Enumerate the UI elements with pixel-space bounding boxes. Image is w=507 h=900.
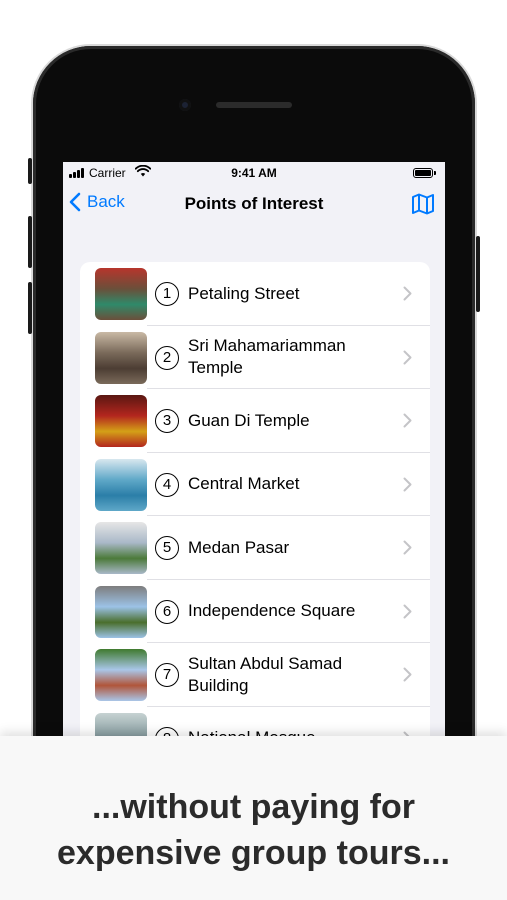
poi-thumbnail [95, 331, 147, 384]
map-icon [412, 193, 434, 215]
poi-number-badge: 6 [155, 599, 179, 624]
battery-icon [413, 168, 436, 178]
status-time: 9:41 AM [231, 166, 277, 180]
poi-thumbnail [95, 395, 147, 447]
poi-list: 1 Petaling Street 2 Sri Mahamariamman Te… [80, 262, 430, 782]
poi-number-badge: 1 [155, 282, 179, 306]
poi-number-badge: 2 [155, 345, 179, 370]
earpiece-speaker [216, 102, 292, 108]
chevron-right-icon [403, 516, 412, 580]
caption-panel: ...without paying for expensive group to… [0, 736, 507, 900]
phone-frame: Carrier 9:41 AM Back Points of Interest [28, 46, 480, 806]
poi-thumbnail [95, 649, 147, 701]
list-item[interactable]: 4 Central Market [80, 453, 430, 517]
caption-line-2: expensive group tours... [57, 834, 450, 872]
list-item[interactable]: 1 Petaling Street [80, 262, 430, 326]
mute-switch [28, 158, 32, 184]
poi-name: Petaling Street [188, 283, 300, 303]
navigation-bar: Back Points of Interest [63, 186, 445, 226]
status-bar: Carrier 9:41 AM [63, 162, 445, 184]
poi-name: Guan Di Temple [188, 410, 310, 430]
list-item[interactable]: 2 Sri Mahamariamman Temple [80, 326, 430, 390]
chevron-right-icon [403, 326, 412, 390]
poi-number-badge: 7 [155, 663, 179, 687]
front-camera [179, 99, 191, 111]
chevron-right-icon [403, 580, 412, 644]
poi-number-badge: 3 [155, 409, 179, 433]
poi-name: Sri Mahamariamman Temple [188, 336, 346, 378]
poi-name: Independence Square [188, 601, 356, 621]
caption-line-1: ...without paying for [92, 788, 415, 826]
poi-number-badge: 4 [155, 472, 179, 497]
marketing-caption: ...without paying for expensive group to… [0, 784, 507, 876]
list-item[interactable]: 6 Independence Square [80, 580, 430, 644]
poi-thumbnail [95, 522, 147, 574]
page-title: Points of Interest [184, 194, 324, 213]
poi-thumbnail [95, 585, 147, 638]
volume-up-button [28, 216, 32, 268]
chevron-right-icon [403, 262, 412, 326]
volume-down-button [28, 282, 32, 334]
map-button[interactable] [411, 193, 435, 220]
chevron-right-icon [403, 643, 412, 707]
chevron-right-icon [403, 453, 412, 517]
chevron-right-icon [403, 389, 412, 453]
poi-thumbnail [95, 268, 147, 320]
poi-name: Central Market [188, 474, 300, 494]
poi-name: Sultan Abdul Samad Building [188, 653, 343, 695]
list-item[interactable]: 5 Medan Pasar [80, 516, 430, 580]
poi-number-badge: 5 [155, 536, 179, 560]
list-item[interactable]: 3 Guan Di Temple [80, 389, 430, 453]
list-item[interactable]: 7 Sultan Abdul Samad Building [80, 643, 430, 707]
app-screen: Carrier 9:41 AM Back Points of Interest [63, 162, 445, 782]
poi-thumbnail [95, 458, 147, 511]
power-button [476, 236, 480, 312]
poi-name: Medan Pasar [188, 537, 290, 557]
